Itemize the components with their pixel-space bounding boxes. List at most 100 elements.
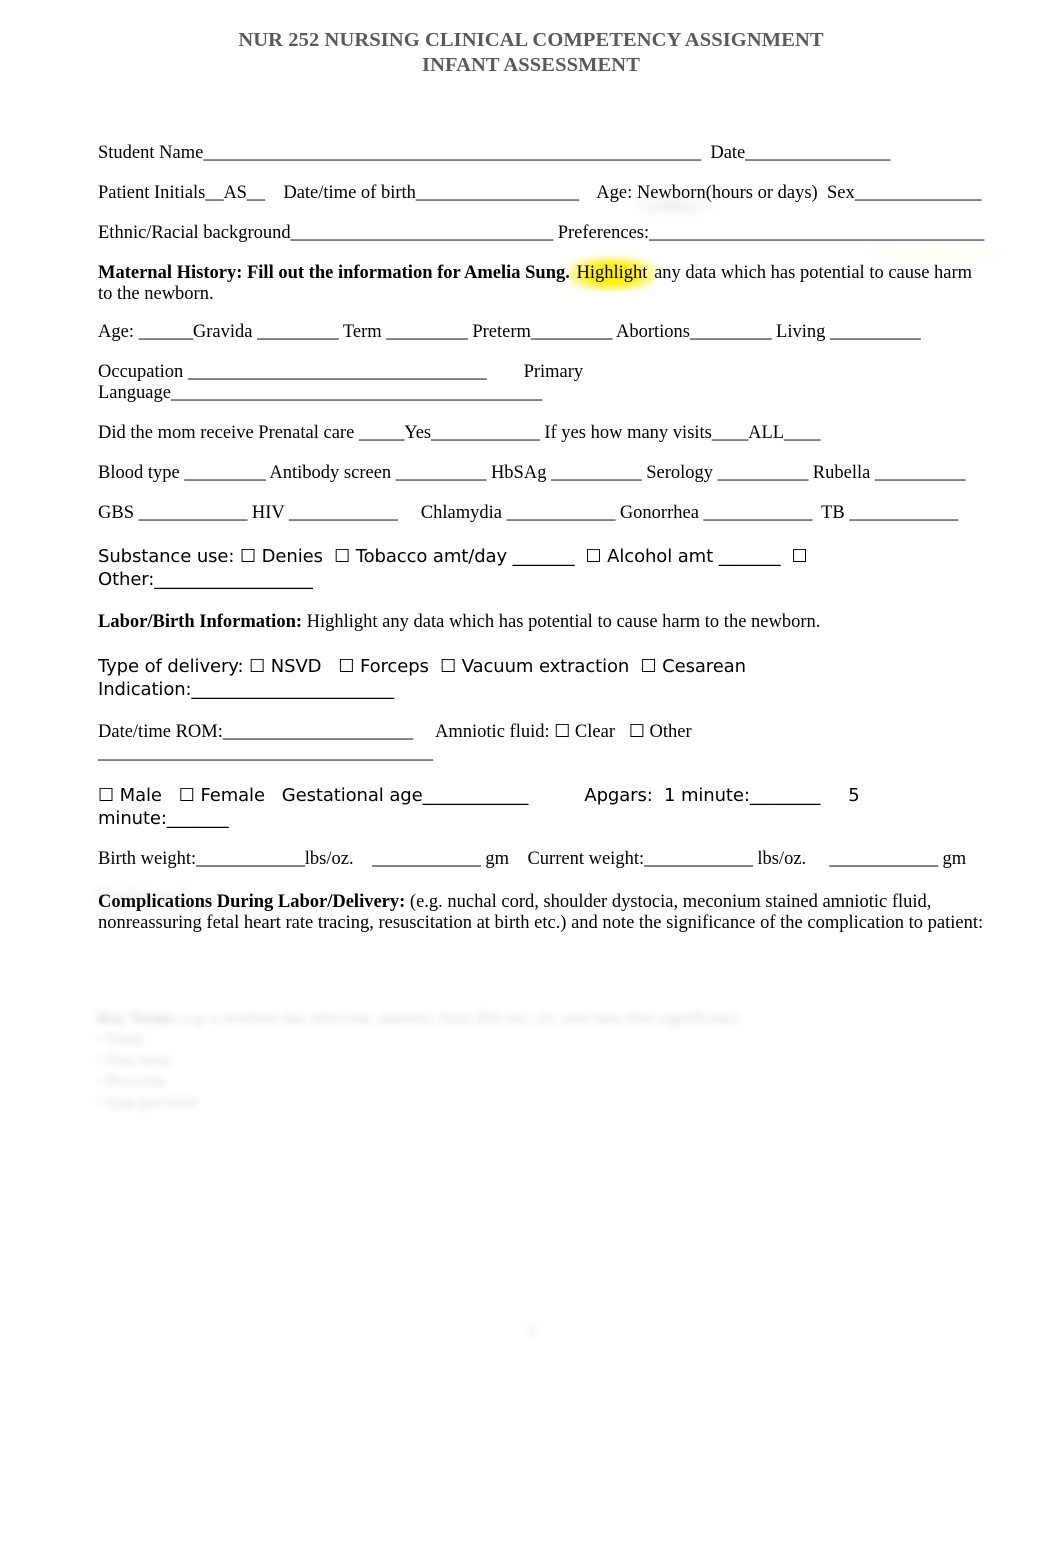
checkbox-denies-icon[interactable]: ☐: [240, 546, 256, 567]
abortions-label: Abortions: [612, 322, 690, 342]
current-weight-gm-field[interactable]: ____________: [829, 849, 938, 869]
checkbox-alcohol-icon[interactable]: ☐: [586, 546, 602, 567]
prenatal-care-rule-2[interactable]: ____________: [431, 423, 540, 443]
indication-field[interactable]: _______________________: [192, 679, 395, 700]
preterm-label: Preterm: [467, 322, 531, 342]
date-field[interactable]: ________________: [745, 143, 890, 163]
dob-field[interactable]: __________________: [416, 183, 579, 203]
maternal-history-heading-row: Maternal History: Fill out the informati…: [98, 263, 988, 305]
ethnic-background-field[interactable]: _____________________________: [291, 223, 554, 243]
redacted-answer-complications: Nuchal cord: [98, 887, 186, 906]
substance-other-label: Other:: [98, 569, 155, 590]
title-line-1: NUR 252 NURSING CLINICAL COMPETENCY ASSI…: [238, 29, 824, 51]
sex-label: Sex: [817, 183, 855, 203]
substance-other-field[interactable]: __________________: [154, 569, 313, 590]
checkbox-nsvd-icon[interactable]: ☐: [249, 656, 265, 677]
date-label: Date: [701, 143, 746, 163]
row-labor-birth-heading: Labor/Birth Information: Highlight any d…: [98, 612, 988, 633]
row-gravida: Age: ______Gravida _________ Term ______…: [98, 322, 988, 343]
alcohol-amount-field[interactable]: _______: [719, 546, 781, 567]
page-title: NUR 252 NURSING CLINICAL COMPETENCY ASSI…: [0, 28, 1062, 78]
checkbox-amniotic-clear-icon[interactable]: ☐: [554, 721, 570, 742]
hbsag-field[interactable]: __________: [551, 463, 642, 483]
patient-initials-value[interactable]: __AS__: [205, 183, 265, 203]
age-field-label: Age:: [98, 322, 139, 342]
antibody-screen-field[interactable]: __________: [396, 463, 487, 483]
hbsag-label: HbSAg: [486, 463, 552, 483]
preferences-field[interactable]: _____________________________________: [649, 223, 984, 243]
birth-weight-field[interactable]: ____________: [196, 849, 305, 869]
gbs-field[interactable]: ____________: [139, 503, 248, 523]
gravida-field[interactable]: _________: [257, 322, 339, 342]
page-number: 2: [527, 1322, 535, 1339]
row-occupation: Occupation _____________________________…: [98, 362, 988, 404]
chlamydia-field[interactable]: ____________: [507, 503, 616, 523]
gestational-age-field[interactable]: ____________: [423, 785, 529, 806]
prenatal-care-answer[interactable]: Yes: [404, 423, 431, 443]
indication-label: Indication:: [98, 679, 192, 700]
checkbox-other-icon[interactable]: ☐: [792, 546, 808, 567]
living-field[interactable]: __________: [830, 322, 921, 342]
abortions-field[interactable]: _________: [690, 322, 772, 342]
checkbox-male-icon[interactable]: ☐: [98, 785, 114, 806]
hiv-field[interactable]: ____________: [289, 503, 398, 523]
rom-field[interactable]: _____________________: [223, 722, 413, 742]
redacted-key-terms-block: Key Terms: e.g. a newborn has infection,…: [98, 1008, 978, 1113]
checkbox-tobacco-icon[interactable]: ☐: [334, 546, 350, 567]
blood-type-field[interactable]: _________: [184, 463, 266, 483]
checkbox-forceps-icon[interactable]: ☐: [338, 656, 354, 677]
apgar-5-minute-field[interactable]: _______: [167, 808, 229, 829]
apgars-label: Apgars: 1 minute:: [528, 785, 750, 806]
visits-rule-1[interactable]: ____: [712, 423, 748, 443]
checkbox-cesarean-icon[interactable]: ☐: [640, 656, 656, 677]
visits-rule-2[interactable]: ____: [784, 423, 820, 443]
redacted-key-terms-line-2: • Term: [98, 1031, 143, 1048]
primary-language-field[interactable]: ________________________________________…: [171, 383, 542, 403]
checkbox-vacuum-icon[interactable]: ☐: [440, 656, 456, 677]
row-sex-gestation-apgars: ☐ Male ☐ Female Gestational age_________…: [98, 784, 988, 830]
gbs-label: GBS: [98, 503, 139, 523]
gonorrhea-field[interactable]: ____________: [704, 503, 813, 523]
type-of-delivery-label: Type of delivery:: [98, 656, 250, 677]
occupation-label: Occupation: [98, 362, 188, 382]
term-label: Term: [338, 322, 387, 342]
birth-weight-gm-field[interactable]: ____________: [372, 849, 481, 869]
substance-tobacco-label: Tobacco amt/day: [350, 546, 513, 567]
row-student-name: Student Name____________________________…: [98, 143, 988, 164]
occupation-field[interactable]: _________________________________: [188, 362, 487, 382]
ethnic-background-label: Ethnic/Racial background: [98, 223, 291, 243]
tb-field[interactable]: ____________: [849, 503, 958, 523]
row-type-of-delivery: Type of delivery: ☐ NSVD ☐ Forceps ☐ Vac…: [98, 655, 988, 701]
rom-label: Date/time ROM:: [98, 722, 223, 742]
row-complications: Complications During Labor/Delivery: (e.…: [98, 892, 988, 934]
current-weight-label: Current weight:: [508, 849, 645, 869]
preferences-label: Preferences:: [553, 223, 650, 243]
row-ethnic-background: Ethnic/Racial background________________…: [98, 223, 988, 244]
student-name-field[interactable]: ________________________________________…: [203, 143, 701, 163]
row-infection-labs: GBS ____________ HIV ____________ Chlamy…: [98, 503, 988, 524]
amniotic-other-field[interactable]: _____________________________________: [98, 743, 433, 763]
prenatal-care-rule-1[interactable]: _____: [359, 423, 404, 443]
male-label: Male: [114, 785, 162, 806]
preterm-field[interactable]: _________: [531, 322, 613, 342]
living-label: Living: [771, 322, 831, 342]
visits-value[interactable]: ALL: [748, 423, 784, 443]
substance-alcohol-label: Alcohol amt: [601, 546, 719, 567]
tobacco-amount-field[interactable]: _______: [513, 546, 575, 567]
gravida-label: Gravida: [192, 322, 258, 342]
title-line-2: INFANT ASSESSMENT: [422, 54, 640, 76]
serology-field[interactable]: __________: [718, 463, 809, 483]
birth-weight-label: Birth weight:: [98, 849, 197, 869]
checkbox-amniotic-other-icon[interactable]: ☐: [629, 721, 645, 742]
delivery-cesarean-label: Cesarean: [656, 656, 746, 677]
age-field[interactable]: ______: [139, 322, 194, 342]
term-field[interactable]: _________: [386, 322, 468, 342]
checkbox-female-icon[interactable]: ☐: [179, 785, 195, 806]
sex-field[interactable]: ______________: [855, 183, 982, 203]
apgar-1-minute-field[interactable]: ________: [750, 785, 821, 806]
current-weight-field[interactable]: ____________: [644, 849, 753, 869]
prenatal-care-label: Did the mom receive Prenatal care: [98, 423, 359, 443]
rubella-field[interactable]: __________: [875, 463, 966, 483]
female-label: Female: [194, 785, 265, 806]
highlight-word-text: Highlight: [576, 263, 648, 283]
